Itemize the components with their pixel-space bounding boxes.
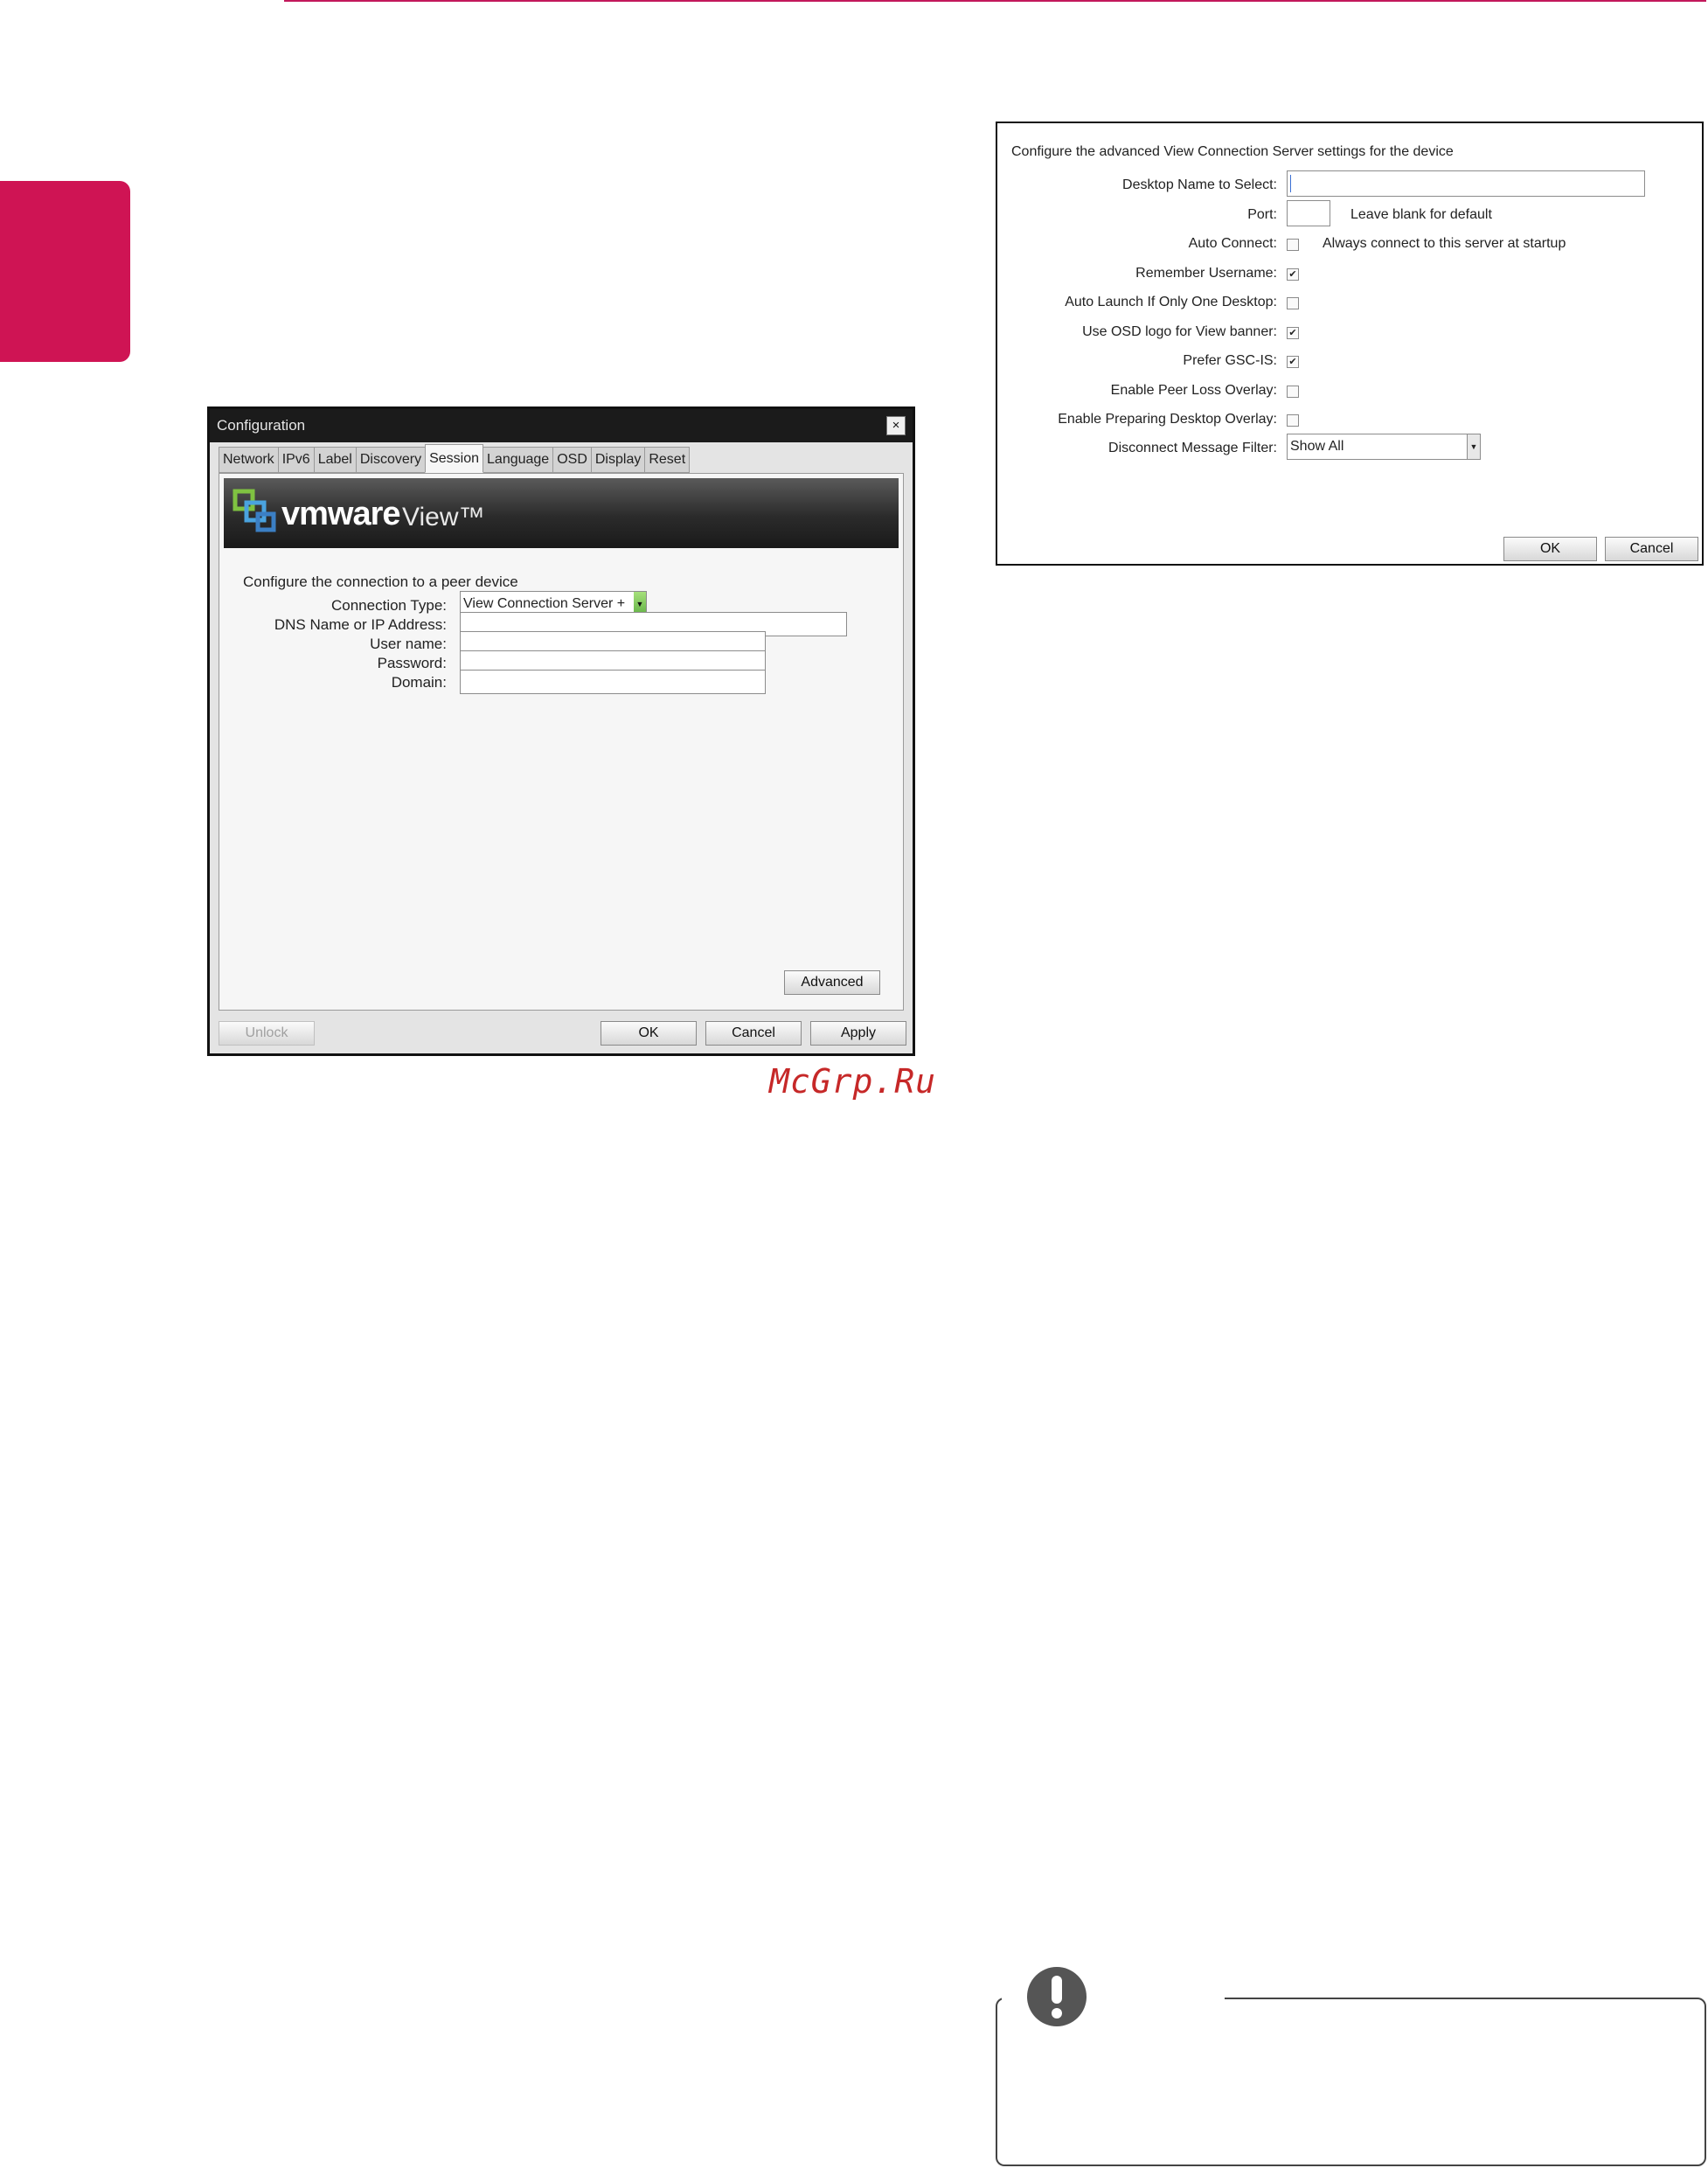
preparing-desktop-checkbox[interactable]: [1287, 414, 1299, 427]
domain-label: Domain:: [391, 674, 447, 691]
advanced-ok-button[interactable]: OK: [1503, 537, 1597, 561]
tab-label[interactable]: Label: [313, 447, 357, 473]
ok-button[interactable]: OK: [601, 1021, 697, 1046]
window-title: Configuration: [217, 417, 306, 434]
chevron-down-icon[interactable]: ▼: [1467, 434, 1480, 459]
prefer-gsc-label: Prefer GSC-IS:: [1183, 353, 1277, 368]
auto-launch-checkbox[interactable]: [1287, 297, 1299, 309]
tab-bar: Network IPv6 Label Discovery Session Language…: [219, 444, 691, 473]
tab-display[interactable]: Display: [590, 447, 646, 473]
tab-network[interactable]: Network: [219, 447, 279, 473]
session-panel: vmware View™ Configure the connection to…: [219, 473, 904, 1011]
dns-label: DNS Name or IP Address:: [274, 616, 447, 633]
advanced-dialog: Configure the advanced View Connection S…: [996, 122, 1704, 566]
close-icon[interactable]: ×: [886, 416, 906, 435]
tab-language[interactable]: Language: [483, 447, 554, 473]
watermark: McGrp.Ru: [769, 1062, 937, 1101]
preparing-desktop-label: Enable Preparing Desktop Overlay:: [1058, 412, 1277, 427]
auto-launch-label: Auto Launch If Only One Desktop:: [1065, 295, 1277, 309]
remember-username-checkbox[interactable]: ✔: [1287, 268, 1299, 281]
panel-heading: Configure the connection to a peer devic…: [243, 573, 518, 590]
tab-session[interactable]: Session: [425, 444, 484, 473]
port-label: Port:: [1247, 207, 1277, 222]
peer-loss-checkbox[interactable]: [1287, 386, 1299, 398]
remember-username-label: Remember Username:: [1135, 266, 1277, 281]
port-input[interactable]: [1287, 200, 1330, 226]
vmware-logo-icon: [233, 489, 276, 532]
domain-input[interactable]: [460, 670, 766, 694]
configuration-window: Configuration × Network IPv6 Label Discover…: [207, 406, 915, 1056]
disconnect-filter-label: Disconnect Message Filter:: [1108, 441, 1277, 455]
prefer-gsc-checkbox[interactable]: ✔: [1287, 356, 1299, 368]
advanced-cancel-button[interactable]: Cancel: [1605, 537, 1698, 561]
auto-connect-label: Auto Connect:: [1188, 236, 1277, 251]
desktop-name-label: Desktop Name to Select:: [1122, 177, 1277, 192]
advanced-button[interactable]: Advanced: [784, 970, 880, 995]
apply-button[interactable]: Apply: [810, 1021, 906, 1046]
username-label: User name:: [370, 636, 447, 652]
advanced-heading: Configure the advanced View Connection S…: [1011, 144, 1454, 159]
tab-ipv6[interactable]: IPv6: [277, 447, 315, 473]
unlock-button[interactable]: Unlock: [219, 1021, 315, 1046]
desktop-name-input[interactable]: [1287, 170, 1645, 197]
peer-loss-label: Enable Peer Loss Overlay:: [1110, 383, 1277, 398]
port-hint: Leave blank for default: [1350, 207, 1492, 222]
chapter-side-tab: [0, 181, 130, 362]
text-cursor: [1290, 175, 1291, 192]
window-titlebar: Configuration ×: [210, 409, 913, 442]
tab-reset[interactable]: Reset: [644, 447, 691, 473]
vmware-view-banner: vmware View™: [224, 478, 899, 548]
connection-type-label: Connection Type:: [331, 597, 447, 614]
osd-logo-label: Use OSD logo for View banner:: [1082, 324, 1277, 339]
auto-connect-checkbox[interactable]: [1287, 239, 1299, 251]
cancel-button[interactable]: Cancel: [705, 1021, 802, 1046]
exclamation-icon: [1027, 1967, 1087, 2026]
osd-logo-checkbox[interactable]: ✔: [1287, 327, 1299, 339]
auto-connect-hint: Always connect to this server at startup: [1323, 236, 1566, 251]
note-box: [996, 1998, 1706, 2166]
brand-name: vmware: [281, 496, 401, 532]
tab-discovery[interactable]: Discovery: [355, 447, 427, 473]
brand-product: View™: [402, 503, 485, 532]
disconnect-filter-value: Show All: [1290, 439, 1344, 454]
header-rule: [284, 0, 1706, 2]
password-label: Password:: [377, 655, 447, 671]
disconnect-filter-select[interactable]: Show All ▼: [1287, 434, 1481, 460]
tab-osd[interactable]: OSD: [552, 447, 592, 473]
